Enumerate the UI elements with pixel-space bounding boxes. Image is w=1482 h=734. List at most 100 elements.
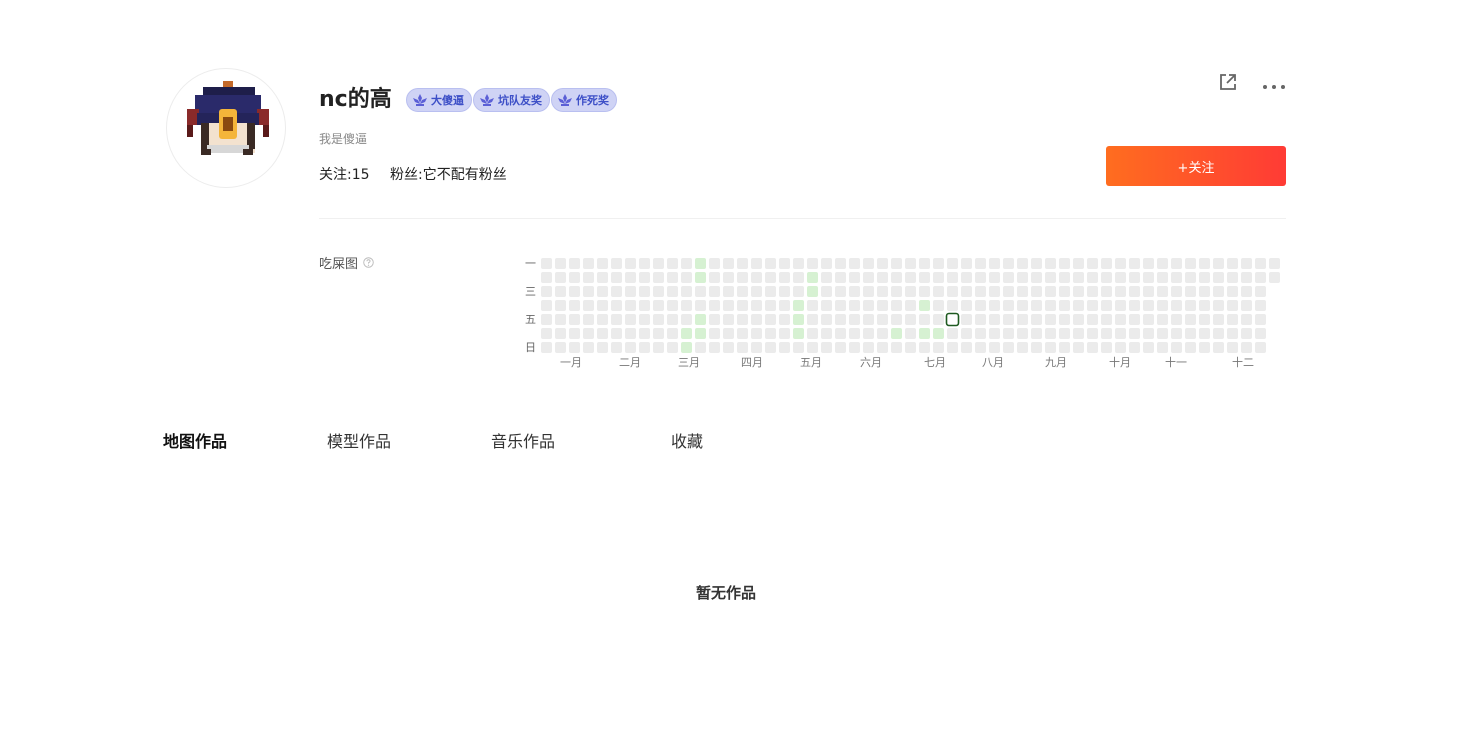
heatmap-cell[interactable] [933, 342, 944, 353]
heatmap-cell[interactable] [765, 272, 776, 283]
heatmap-cell[interactable] [737, 328, 748, 339]
heatmap-cell[interactable] [975, 258, 986, 269]
heatmap-cell[interactable] [555, 300, 566, 311]
heatmap-cell[interactable] [1129, 286, 1140, 297]
heatmap-cell[interactable] [667, 300, 678, 311]
heatmap-cell[interactable] [1059, 328, 1070, 339]
heatmap-cell[interactable] [1213, 272, 1224, 283]
heatmap-cell[interactable] [569, 314, 580, 325]
badge[interactable]: 作死奖 [551, 88, 617, 112]
heatmap-cell[interactable] [1227, 258, 1238, 269]
heatmap-cell[interactable] [1213, 300, 1224, 311]
heatmap-cell[interactable] [1227, 342, 1238, 353]
heatmap-cell[interactable] [1017, 286, 1028, 297]
heatmap-cell[interactable] [821, 314, 832, 325]
heatmap-cell[interactable] [611, 342, 622, 353]
heatmap-cell[interactable] [1157, 342, 1168, 353]
heatmap-cell[interactable] [1157, 328, 1168, 339]
heatmap-cell[interactable] [961, 342, 972, 353]
avatar[interactable] [166, 68, 286, 188]
share-icon[interactable] [1218, 72, 1238, 92]
heatmap-cell[interactable] [569, 342, 580, 353]
heatmap-cell[interactable] [1171, 272, 1182, 283]
heatmap-cell[interactable] [1255, 300, 1266, 311]
heatmap-cell[interactable] [1227, 286, 1238, 297]
heatmap-cell[interactable] [555, 342, 566, 353]
heatmap-cell[interactable] [625, 272, 636, 283]
heatmap-cell[interactable] [709, 328, 720, 339]
heatmap-cell[interactable] [863, 314, 874, 325]
heatmap-cell[interactable] [569, 272, 580, 283]
heatmap-cell[interactable] [877, 286, 888, 297]
heatmap-cell[interactable] [709, 272, 720, 283]
heatmap-cell[interactable] [1129, 342, 1140, 353]
heatmap-cell[interactable] [933, 286, 944, 297]
heatmap-cell[interactable] [891, 258, 902, 269]
heatmap-cell[interactable] [989, 314, 1000, 325]
heatmap-cell[interactable] [695, 342, 706, 353]
heatmap-cell[interactable] [1031, 286, 1042, 297]
heatmap-cell[interactable] [1045, 272, 1056, 283]
heatmap-cell[interactable] [821, 328, 832, 339]
heatmap-cell[interactable] [1115, 286, 1126, 297]
heatmap-cell[interactable] [975, 328, 986, 339]
heatmap-cell[interactable] [541, 342, 552, 353]
heatmap-cell[interactable] [975, 342, 986, 353]
heatmap-cell[interactable] [961, 258, 972, 269]
heatmap-cell[interactable] [961, 272, 972, 283]
heatmap-cell[interactable] [1059, 286, 1070, 297]
heatmap-cell[interactable] [1115, 300, 1126, 311]
heatmap-cell[interactable] [1059, 314, 1070, 325]
heatmap-cell[interactable] [1101, 342, 1112, 353]
heatmap-cell[interactable] [653, 342, 664, 353]
heatmap-cell-active[interactable] [793, 314, 804, 325]
heatmap-cell[interactable] [1073, 342, 1084, 353]
heatmap-cell[interactable] [737, 314, 748, 325]
heatmap-cell[interactable] [1017, 328, 1028, 339]
heatmap-cell[interactable] [849, 286, 860, 297]
heatmap-cell[interactable] [1087, 300, 1098, 311]
heatmap-cell[interactable] [1157, 258, 1168, 269]
heatmap-cell[interactable] [541, 286, 552, 297]
heatmap-cell[interactable] [849, 258, 860, 269]
heatmap-cell[interactable] [947, 342, 958, 353]
heatmap-cell[interactable] [723, 342, 734, 353]
heatmap-cell[interactable] [779, 300, 790, 311]
heatmap-cell[interactable] [1227, 272, 1238, 283]
heatmap-cell[interactable] [891, 286, 902, 297]
heatmap-cell[interactable] [877, 314, 888, 325]
heatmap-cell[interactable] [821, 342, 832, 353]
heatmap-cell[interactable] [779, 342, 790, 353]
heatmap-cell[interactable] [1185, 328, 1196, 339]
followers-count[interactable]: 粉丝:它不配有粉丝 [390, 167, 507, 183]
heatmap-cell-active[interactable] [891, 328, 902, 339]
heatmap-cell[interactable] [611, 286, 622, 297]
heatmap-cell[interactable] [1241, 328, 1252, 339]
heatmap-cell[interactable] [639, 272, 650, 283]
heatmap-cell[interactable] [1199, 300, 1210, 311]
heatmap-cell[interactable] [723, 258, 734, 269]
tab-music-works[interactable]: 音乐作品 [491, 428, 555, 452]
heatmap-cell[interactable] [555, 314, 566, 325]
heatmap-cell[interactable] [1115, 314, 1126, 325]
heatmap-cell[interactable] [835, 328, 846, 339]
heatmap-cell[interactable] [793, 286, 804, 297]
heatmap-cell[interactable] [1255, 258, 1266, 269]
heatmap-cell[interactable] [989, 328, 1000, 339]
heatmap-cell[interactable] [1269, 272, 1280, 283]
heatmap-cell[interactable] [639, 342, 650, 353]
heatmap-cell[interactable] [835, 342, 846, 353]
heatmap-cell[interactable] [989, 286, 1000, 297]
heatmap-cell[interactable] [1241, 272, 1252, 283]
heatmap-cell[interactable] [1255, 272, 1266, 283]
heatmap-cell[interactable] [905, 328, 916, 339]
heatmap-cell[interactable] [611, 328, 622, 339]
heatmap-cell[interactable] [611, 258, 622, 269]
heatmap-cell[interactable] [961, 314, 972, 325]
heatmap-cell-active[interactable] [807, 286, 818, 297]
heatmap-cell[interactable] [849, 272, 860, 283]
heatmap-cell[interactable] [625, 258, 636, 269]
heatmap-cell[interactable] [1227, 328, 1238, 339]
heatmap-cell[interactable] [1157, 300, 1168, 311]
heatmap-cell[interactable] [1143, 314, 1154, 325]
